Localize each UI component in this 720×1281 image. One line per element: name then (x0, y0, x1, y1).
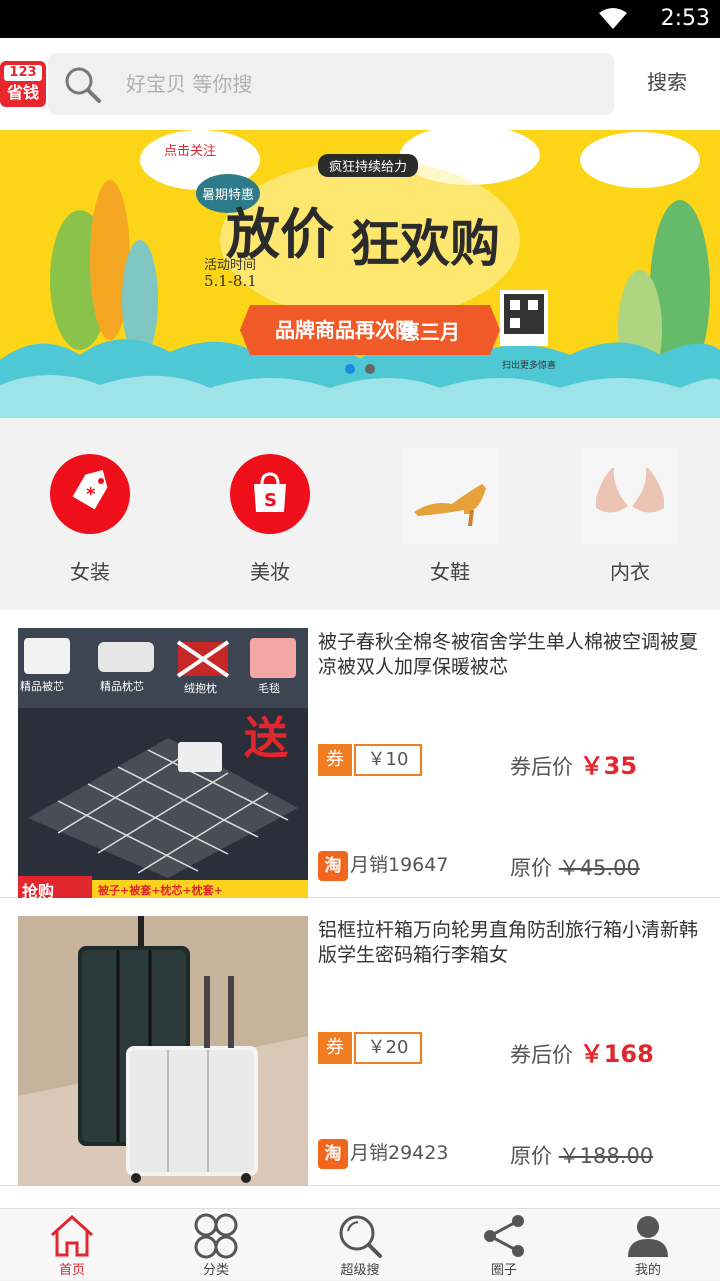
qr-caption: 扫出更多惊喜 (502, 361, 557, 371)
category-label: 内衣 (610, 560, 650, 584)
search-button[interactable]: 搜索 (632, 66, 702, 95)
bra-photo (582, 448, 678, 544)
tab-label: 我的 (634, 1263, 661, 1278)
carousel-dot-active[interactable] (345, 364, 355, 374)
tab-label: 超级搜 (340, 1263, 380, 1278)
thumb-label: 被子+被套+枕芯+枕套+ (98, 884, 223, 897)
thumb-label: 送 (244, 713, 288, 764)
product-title[interactable]: 铝框拉杆箱万向轮男直角防刮旅行箱小清新韩版学生密码箱行李箱女 (318, 918, 702, 968)
coupon-amount: ￥20 (354, 1032, 422, 1064)
monthly-sales: 淘月销19647 (318, 850, 448, 881)
share-icon (484, 1215, 524, 1257)
coupon-tag: 券 (318, 1032, 352, 1064)
original-price: 原价 ￥188.00 (510, 1140, 653, 1170)
orig-price-value: ￥188.00 (558, 1144, 654, 1168)
taobao-icon: 淘 (318, 850, 348, 881)
banner-date-label: 活动时间 (204, 258, 257, 273)
search-icon (65, 67, 101, 103)
search-box[interactable] (48, 53, 614, 115)
product-image[interactable] (18, 916, 308, 1186)
thumb-label: 精品枕芯 (100, 680, 144, 693)
tag-icon: * (50, 454, 130, 534)
after-coupon-price: 券后价 ￥168 (510, 1034, 654, 1069)
banner-date-range: 5.1-8.1 (204, 272, 257, 290)
svg-text:S: S (264, 490, 277, 511)
product-image[interactable]: 精品被芯 精品枕芯 绒抱枕 毛毯 送 抢购 被子+被套+枕芯+枕套+ (18, 628, 308, 898)
wifi-icon (599, 8, 627, 29)
thumb-label: 毛毯 (258, 682, 280, 695)
thumb-label: 绒抱枕 (184, 682, 217, 695)
tab-label: 首页 (58, 1263, 85, 1278)
thumb-label: 精品被芯 (20, 680, 64, 693)
orig-price-label: 原价 (510, 856, 552, 880)
orig-price-value: ￥45.00 (558, 856, 640, 880)
original-price: 原价 ￥45.00 (510, 852, 640, 882)
category-label: 女鞋 (430, 560, 470, 584)
follow-tag[interactable]: 点击关注 (150, 138, 230, 166)
category-women-shoes[interactable]: 女鞋 (360, 448, 540, 598)
product-card[interactable]: 铝框拉杆箱万向轮男直角防刮旅行箱小清新韩版学生密码箱行李箱女 券 ￥20 券后价… (0, 898, 720, 1186)
status-bar: 2:53 (0, 0, 720, 38)
category-underwear[interactable]: 内衣 (540, 448, 720, 598)
shopping-bag-icon: S (230, 454, 310, 534)
monthly-sales: 淘月销29423 (318, 1138, 448, 1169)
clock: 2:53 (660, 6, 710, 31)
category-cosmetics[interactable]: S 美妆 (180, 448, 360, 598)
logo-number: 123 (4, 65, 42, 81)
banner-ribbon-highlight: 惠三月 (400, 320, 460, 344)
after-price-label: 券后价 (510, 755, 573, 779)
user-icon (628, 1216, 668, 1257)
banner-subtitle: 疯狂持续给力 (318, 154, 418, 177)
tab-mine[interactable]: 我的 (576, 1209, 720, 1281)
carousel-dot[interactable] (365, 364, 375, 374)
category-women-clothing[interactable]: * 女装 (0, 448, 180, 598)
category-label: 女装 (70, 560, 110, 584)
search-header: 123 省钱 搜索 (0, 38, 720, 130)
after-price-value: ￥35 (579, 752, 638, 780)
coupon-amount: ￥10 (354, 744, 422, 776)
after-price-value: ￥168 (579, 1040, 654, 1068)
product-title[interactable]: 被子春秋全棉冬被宿舍学生单人棉被空调被夏凉被双人加厚保暖被芯 (318, 630, 702, 680)
category-row: * 女装 S 美妆 女鞋 内衣 (0, 418, 720, 610)
tab-circle[interactable]: 圈子 (432, 1209, 576, 1281)
tab-home[interactable]: 首页 (0, 1209, 144, 1281)
sales-count: 月销29423 (350, 1142, 449, 1164)
after-price-label: 券后价 (510, 1043, 573, 1067)
tab-super-search[interactable]: 超级搜 (288, 1209, 432, 1281)
coupon-tag: 券 (318, 744, 352, 776)
search-input[interactable] (126, 65, 586, 103)
tab-category[interactable]: 分类 (144, 1209, 288, 1281)
home-icon (50, 1214, 94, 1257)
svg-text:*: * (86, 484, 96, 505)
tab-label: 圈子 (490, 1263, 517, 1278)
thumb-label: 抢购 (22, 882, 55, 898)
category-label: 美妆 (250, 560, 290, 584)
taobao-icon: 淘 (318, 1138, 348, 1169)
banner-title-2: 狂欢购 (350, 215, 500, 273)
promo-banner[interactable]: 点击关注 疯狂持续给力 暑期特惠 放价 狂欢购 活动时间 5.1-8.1 品牌商… (0, 130, 720, 418)
sales-count: 月销19647 (350, 854, 449, 876)
bottom-tab-bar: 首页 分类 超级搜 圈子 我的 (0, 1208, 720, 1280)
product-list: 精品被芯 精品枕芯 绒抱枕 毛毯 送 抢购 被子+被套+枕芯+枕套+ 被子春秋全… (0, 610, 720, 1208)
banner-ribbon-text: 品牌商品再次限 (275, 318, 415, 342)
after-coupon-price: 券后价 ￥35 (510, 746, 637, 781)
orig-price-label: 原价 (510, 1144, 552, 1168)
product-card[interactable]: 精品被芯 精品枕芯 绒抱枕 毛毯 送 抢购 被子+被套+枕芯+枕套+ 被子春秋全… (0, 610, 720, 898)
tab-label: 分类 (202, 1263, 229, 1278)
high-heel-photo (402, 448, 498, 544)
app-logo[interactable]: 123 省钱 (0, 61, 46, 107)
logo-text: 省钱 (6, 83, 39, 102)
category-grid-icon (194, 1213, 238, 1259)
search-icon (339, 1215, 382, 1258)
